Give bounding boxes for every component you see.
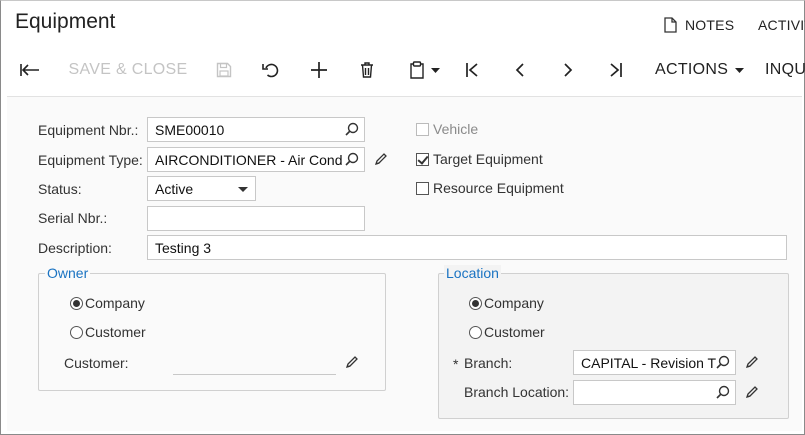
trash-icon (361, 62, 373, 78)
clipboard-icon (409, 61, 424, 79)
next-record-button[interactable] (556, 52, 580, 88)
owner-company-radio[interactable]: Company (70, 295, 145, 311)
chevron-right-icon (564, 63, 573, 77)
resource-equipment-checkbox[interactable]: Resource Equipment (416, 180, 564, 196)
notes-button[interactable]: NOTES (664, 17, 734, 36)
checkbox-box (416, 152, 429, 166)
activities-button[interactable]: ACTIVIT (758, 17, 805, 33)
radio-dot (70, 325, 83, 339)
vehicle-checkbox[interactable]: Vehicle (416, 121, 478, 137)
equipment-nbr-value: SME00010 (155, 122, 225, 138)
serial-nbr-label: Serial Nbr.: (38, 210, 108, 226)
edit-pencil-icon[interactable] (345, 355, 359, 372)
page-title: Equipment (15, 10, 116, 33)
undo-icon (262, 63, 279, 78)
add-button[interactable] (307, 52, 331, 88)
save-button[interactable] (212, 52, 236, 88)
branch-value: CAPITAL - Revision T (581, 355, 717, 371)
branch-location-label: Branch Location: (464, 384, 570, 400)
radio-dot (469, 325, 482, 339)
save-close-button[interactable]: SAVE & CLOSE (68, 52, 188, 88)
clipboard-menu-button[interactable] (404, 52, 444, 88)
previous-record-button[interactable] (508, 52, 532, 88)
status-value: Active (155, 181, 194, 197)
serial-nbr-field[interactable] (147, 206, 365, 231)
branch-label: Branch: (464, 355, 513, 371)
equipment-type-label: Equipment Type: (38, 152, 143, 168)
description-value: Testing 3 (155, 240, 212, 256)
branch-location-field[interactable] (573, 380, 736, 405)
equipment-type-field[interactable]: AIRCONDITIONER - Air Cond (147, 147, 365, 172)
status-label: Status: (38, 181, 82, 197)
equipment-nbr-label: Equipment Nbr.: (38, 122, 139, 138)
notes-label: NOTES (685, 17, 735, 33)
search-icon[interactable] (345, 152, 359, 169)
location-group-title: Location (444, 265, 501, 281)
back-arrow-icon (20, 64, 39, 76)
search-icon[interactable] (716, 355, 730, 372)
owner-customer-label: Customer (85, 324, 146, 340)
back-button[interactable] (16, 52, 44, 88)
chevron-left-icon (515, 63, 524, 77)
first-record-button[interactable] (460, 52, 484, 88)
status-select[interactable]: Active (147, 176, 256, 201)
checkbox-box (416, 122, 429, 136)
activities-label: ACTIVIT (758, 17, 805, 33)
toolbar: SAVE & CLOSE ACTIONS INQU (0, 52, 805, 88)
owner-company-label: Company (85, 295, 145, 311)
location-customer-label: Customer (484, 324, 545, 340)
search-icon[interactable] (345, 122, 359, 139)
plus-icon (311, 62, 327, 78)
checkbox-box (416, 181, 429, 195)
description-field[interactable]: Testing 3 (147, 235, 787, 260)
last-record-button[interactable] (604, 52, 628, 88)
caret-down-icon (735, 67, 745, 73)
owner-group-title: Owner (45, 265, 91, 281)
owner-customer-field-label: Customer: (64, 355, 129, 371)
search-icon[interactable] (716, 385, 730, 402)
caret-down-icon (238, 187, 248, 192)
edit-pencil-icon[interactable] (374, 152, 388, 169)
last-icon (610, 63, 622, 77)
document-icon (664, 17, 677, 36)
branch-field[interactable]: CAPITAL - Revision T (573, 350, 736, 375)
radio-dot (469, 296, 482, 310)
location-customer-radio[interactable]: Customer (469, 324, 545, 340)
owner-customer-radio[interactable]: Customer (70, 324, 146, 340)
equipment-type-value: AIRCONDITIONER - Air Cond (155, 152, 343, 168)
edit-pencil-icon[interactable] (745, 355, 759, 372)
caret-down-icon (430, 67, 440, 73)
vehicle-label: Vehicle (433, 121, 479, 137)
first-icon (466, 63, 478, 77)
actions-label: ACTIONS (655, 61, 729, 78)
actions-menu-button[interactable]: ACTIONS (655, 52, 747, 88)
resource-equipment-label: Resource Equipment (433, 180, 564, 196)
edit-pencil-icon[interactable] (745, 385, 759, 402)
undo-button[interactable] (259, 52, 283, 88)
description-label: Description: (38, 240, 112, 256)
owner-customer-field[interactable] (173, 353, 336, 375)
save-icon (216, 62, 232, 78)
equipment-nbr-field[interactable]: SME00010 (147, 117, 365, 142)
target-equipment-label: Target Equipment (433, 151, 543, 167)
location-company-label: Company (484, 295, 544, 311)
required-mark: * (453, 356, 459, 372)
delete-button[interactable] (355, 52, 379, 88)
location-company-radio[interactable]: Company (469, 295, 544, 311)
radio-dot (70, 296, 83, 310)
target-equipment-checkbox[interactable]: Target Equipment (416, 151, 543, 167)
inquiries-menu-button[interactable]: INQU (765, 52, 805, 88)
